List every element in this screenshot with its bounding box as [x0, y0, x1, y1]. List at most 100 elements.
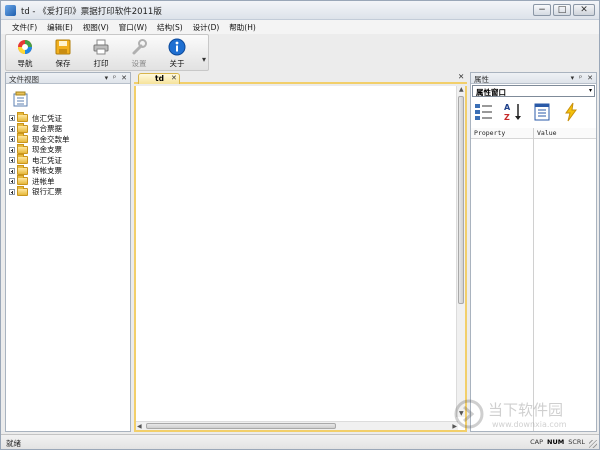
tree-item[interactable]: 转帐支票	[9, 164, 70, 176]
tree-item[interactable]: 现金支票	[9, 143, 70, 155]
file-view-header: 文件视图 ▾ ᵖ ✕	[6, 73, 130, 84]
expand-icon[interactable]	[9, 178, 15, 184]
tree-item[interactable]: 银行汇票	[9, 185, 70, 197]
resize-grip-icon[interactable]	[589, 440, 597, 448]
tree-item[interactable]: 电汇凭证	[9, 154, 70, 165]
close-icon[interactable]: ✕	[587, 74, 593, 82]
events-lightning-icon[interactable]	[561, 102, 581, 122]
folder-icon	[17, 112, 28, 122]
folder-icon	[17, 164, 28, 175]
folder-icon	[17, 175, 28, 185]
num-indicator: NUM	[547, 438, 565, 446]
cap-indicator: CAP	[530, 438, 543, 446]
menu-file[interactable]: 文件(F)	[7, 20, 42, 34]
watermark-logo-icon	[454, 399, 484, 429]
close-window-button[interactable]: ✕	[573, 4, 595, 16]
panel-dropdown-icon[interactable]: ▾	[571, 74, 575, 82]
object-select[interactable]: 属性窗口 ▾	[472, 85, 595, 97]
expand-icon[interactable]	[9, 115, 15, 121]
save-button[interactable]: 保存	[44, 35, 82, 70]
watermark-text: 当下软件园	[488, 401, 564, 419]
sort-alphabetical-icon[interactable]: A Z	[503, 102, 523, 122]
save-icon	[55, 39, 71, 55]
minimize-button[interactable]: −	[533, 4, 551, 16]
expand-icon[interactable]	[9, 157, 15, 163]
toolbar-overflow-icon[interactable]: ▾	[202, 55, 206, 64]
maximize-icon: □	[557, 5, 567, 15]
folder-icon	[17, 122, 28, 133]
print-label: 打印	[93, 59, 109, 68]
app-window: td - 《爱打印》票据打印软件2011版 − □ ✕ 文件(F) 编辑(E) …	[0, 0, 600, 450]
expand-icon[interactable]	[9, 136, 15, 142]
about-button[interactable]: 关于	[158, 35, 196, 70]
horizontal-scrollbar[interactable]: ◀ ▶	[136, 421, 458, 430]
file-view-panel: 文件视图 ▾ ᵖ ✕ 信汇凭证 复合票据 现金交款单 现金支票 电汇凭证 转帐支…	[5, 72, 131, 432]
tree-item[interactable]: 复合票据	[9, 122, 70, 134]
wrench-icon	[132, 39, 147, 55]
chevron-down-icon: ▾	[588, 87, 592, 94]
document-canvas[interactable]: ▲ ▼ ◀ ▶	[134, 86, 467, 432]
print-button[interactable]: 打印	[82, 35, 120, 70]
menu-design[interactable]: 设计(D)	[188, 20, 225, 34]
tree-item[interactable]: 信汇凭证	[9, 112, 70, 123]
settings-label: 设置	[131, 59, 147, 68]
horizontal-scroll-thumb[interactable]	[146, 423, 336, 429]
close-icon: ✕	[580, 5, 588, 15]
value-column-header: Value	[537, 129, 557, 137]
expand-icon[interactable]	[9, 146, 15, 153]
menu-edit[interactable]: 编辑(E)	[42, 20, 78, 34]
property-pages-icon[interactable]	[532, 102, 552, 122]
close-document-icon[interactable]: ✕	[458, 72, 464, 81]
file-tree: 信汇凭证 复合票据 现金交款单 现金支票 电汇凭证 转帐支票 进帐单 银行汇票	[9, 112, 70, 197]
folder-icon	[17, 185, 28, 196]
menu-window[interactable]: 窗口(W)	[114, 20, 152, 34]
scroll-left-icon[interactable]: ◀	[137, 423, 142, 430]
pin-icon[interactable]: ᵖ	[579, 74, 582, 82]
menu-help[interactable]: 帮助(H)	[224, 20, 261, 34]
column-divider[interactable]	[533, 128, 534, 431]
expand-icon[interactable]	[9, 125, 15, 132]
properties-panel: 属性 ▾ ᵖ ✕ 属性窗口 ▾ A Z Property Value	[470, 72, 597, 432]
panel-dropdown-icon[interactable]: ▾	[105, 74, 109, 82]
svg-text:Z: Z	[504, 113, 510, 122]
expand-icon[interactable]	[9, 188, 15, 195]
vertical-scroll-thumb[interactable]	[458, 96, 464, 304]
status-text: 就绪	[6, 439, 21, 448]
printer-icon	[93, 39, 109, 55]
status-bar: 就绪 CAP NUM SCRL	[1, 434, 599, 449]
navigation-label: 导航	[17, 59, 33, 68]
tree-item[interactable]: 现金交款单	[9, 133, 70, 144]
close-icon[interactable]: ✕	[121, 74, 127, 82]
pin-icon[interactable]: ᵖ	[113, 74, 116, 82]
watermark: 当下软件园 www.downxia.com	[454, 397, 594, 433]
scrl-indicator: SCRL	[568, 438, 585, 446]
vertical-scrollbar[interactable]: ▲ ▼	[456, 86, 465, 417]
maximize-button[interactable]: □	[553, 4, 571, 16]
properties-header: 属性 ▾ ᵖ ✕	[471, 73, 596, 84]
menu-view[interactable]: 视图(V)	[78, 20, 114, 34]
main-toolbar: 导航 保存 打印 设置 关于 ▾	[5, 34, 209, 71]
properties-toolbar: A Z	[474, 102, 581, 122]
about-label: 关于	[169, 59, 185, 68]
window-title: td - 《爱打印》票据打印软件2011版	[21, 7, 162, 17]
object-select-value: 属性窗口	[476, 88, 506, 97]
svg-text:A: A	[504, 103, 511, 112]
categorized-icon[interactable]	[474, 102, 494, 122]
properties-title: 属性	[474, 75, 489, 84]
tree-item[interactable]: 进帐单	[9, 175, 70, 186]
tab-close-icon[interactable]: ✕	[171, 74, 177, 82]
expand-icon[interactable]	[9, 167, 15, 174]
file-view-title: 文件视图	[9, 75, 39, 84]
navigation-icon	[18, 40, 32, 54]
watermark-url: www.downxia.com	[492, 420, 567, 429]
tab-td[interactable]: td ✕	[138, 73, 180, 84]
navigation-button[interactable]: 导航	[6, 35, 44, 70]
tab-label: td	[155, 74, 164, 83]
file-list-icon[interactable]	[12, 90, 30, 108]
app-icon	[5, 5, 16, 16]
menu-structure[interactable]: 结构(S)	[152, 20, 188, 34]
minimize-icon: −	[538, 5, 546, 15]
folder-icon	[17, 154, 28, 164]
scroll-up-icon[interactable]: ▲	[459, 86, 464, 93]
settings-button[interactable]: 设置	[120, 35, 158, 70]
